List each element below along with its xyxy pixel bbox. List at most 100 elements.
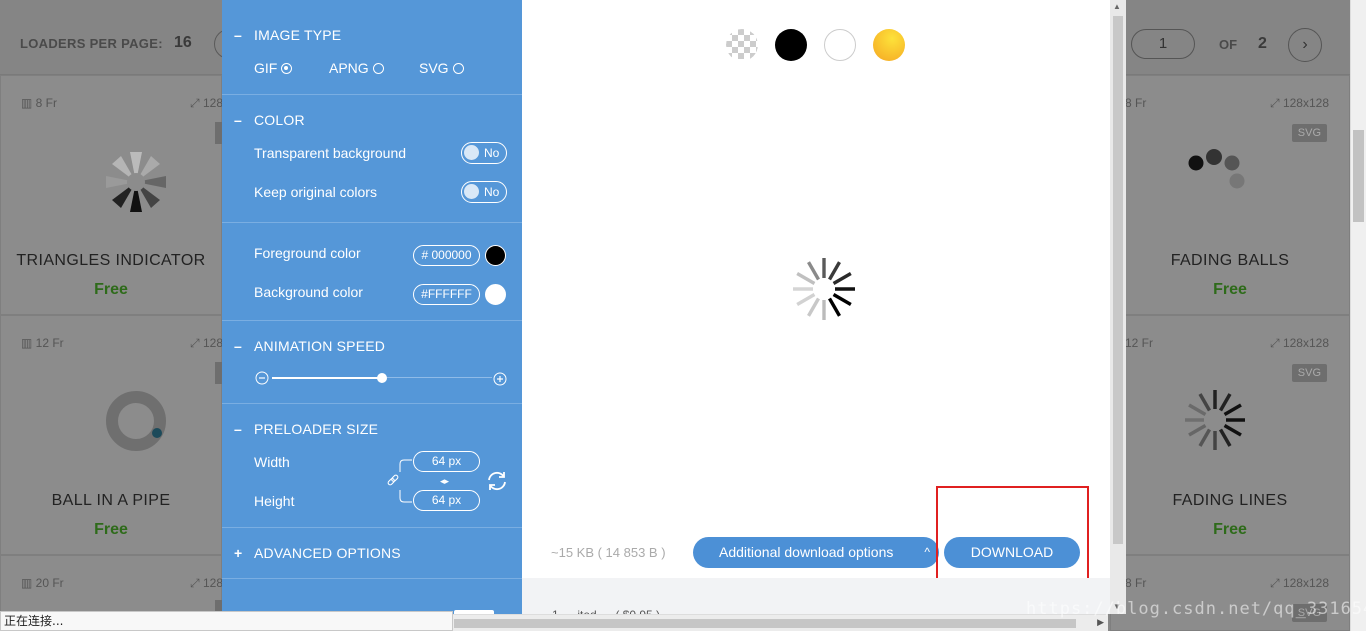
background-color-input[interactable]: #FFFFFF [413,284,480,305]
speed-increase-icon[interactable] [493,372,507,386]
toggle-knob [464,184,479,199]
size-label: ⤢ 128x128 [1270,96,1329,110]
page-scrollbar[interactable] [1350,0,1366,631]
horizontal-scrollbar[interactable]: ▶ [452,614,1108,631]
keep-colors-label: Keep original colors [254,184,377,200]
speed-slider-handle[interactable] [377,373,387,383]
frames-count: ▥ 20 Fr [21,576,64,590]
background-color-label: Background color [254,284,363,300]
transparent-bg-option[interactable] [726,29,758,61]
triangles-loader-icon [106,152,166,212]
size-label: ⤢ 128x128 [1270,576,1329,590]
radio-apng[interactable]: APNG [329,60,384,76]
loader-card[interactable]: 8 Fr ⤢ 128x128 SVG [1110,555,1350,631]
link-icon[interactable] [385,472,401,488]
preview-panel: ~15 KB ( 14 853 B ) Additional download … [522,0,1110,622]
fading-lines-icon [1185,390,1245,450]
width-input[interactable]: 64 px [413,451,480,472]
image-type-header[interactable]: – IMAGE TYPE [234,27,341,43]
animation-speed-header[interactable]: – ANIMATION SPEED [234,338,385,354]
size-label: ⤢ 128 [190,336,223,350]
svg-badge: SVG [1291,364,1327,382]
toggle-knob [464,145,479,160]
ball-in-pipe-icon [106,391,166,451]
collapse-icon: – [234,421,242,437]
background-color-swatch[interactable] [485,284,506,305]
watermark: https://blog.csdn.net/qq_3316547 [1026,599,1366,619]
foreground-color-input[interactable]: # 000000 [413,245,480,266]
color-section: – COLOR Transparent background No Keep or… [222,95,522,223]
loader-price: Free [1213,281,1247,298]
frames-count: ▥ 12 Fr [21,336,64,350]
white-bg-option[interactable] [824,29,856,61]
loader-card[interactable]: 12 Fr ⤢ 128x128 SVG FADING LINES Free [1110,315,1350,555]
swap-arrows-icon: ◂▸ [440,476,450,486]
radio-icon [372,62,384,74]
loader-name: FADING BALLS [1170,252,1290,269]
color-pickers-section: Foreground color # 000000 Background col… [222,223,522,321]
of-label: OF [1219,37,1238,52]
spinner-preview-icon [793,258,855,320]
total-pages: 2 [1258,35,1267,52]
height-input[interactable]: 64 px [413,490,480,511]
loader-card[interactable]: ▥ 12 Fr ⤢ 128 BALL IN A PIPE Free [0,315,223,555]
color-header[interactable]: – COLOR [234,112,305,128]
modal-scrollbar[interactable]: ▲ ▼ [1110,0,1126,614]
preloader-size-header[interactable]: – PRELOADER SIZE [234,421,378,437]
speed-slider-fill [272,377,382,379]
frames-count: 8 Fr [1125,576,1147,590]
preloader-size-section: – PRELOADER SIZE Width Height 64 px ◂▸ 64… [222,404,522,528]
transparent-bg-label: Transparent background [254,145,407,161]
fading-balls-icon [1188,149,1245,189]
size-label: ⤢ 128x128 [1270,336,1329,350]
loader-card[interactable]: 8 Fr ⤢ 128x128 SVG FADING BALLS Free [1110,75,1350,315]
scroll-up-icon[interactable]: ▲ [1113,2,1121,11]
collapse-icon: – [234,338,242,354]
animation-speed-section: – ANIMATION SPEED [222,321,522,404]
radio-icon [452,62,464,74]
loader-name: FADING LINES [1172,492,1288,509]
black-bg-option[interactable] [775,29,807,61]
gradient-bg-option[interactable] [873,29,905,61]
refresh-icon[interactable] [485,469,509,493]
radio-svg[interactable]: SVG [419,60,464,76]
foreground-color-label: Foreground color [254,245,361,261]
speed-slider-rest [382,377,492,378]
page-scrollbar-thumb[interactable] [1353,130,1364,222]
height-label: Height [254,493,295,509]
foreground-color-swatch[interactable] [485,245,506,266]
next-page-button[interactable]: › [1288,28,1322,62]
size-label: ⤢ 128 [190,576,223,590]
horizontal-scrollbar-thumb[interactable] [454,619,1076,628]
advanced-options-section: + ADVANCED OPTIONS [222,528,522,579]
loader-name: TRIANGLES INDICATOR [16,252,206,269]
loaders-per-page-value: 16 [174,34,192,51]
expand-icon: + [234,545,243,561]
collapse-icon: – [234,112,242,128]
loader-price: Free [94,521,128,538]
radio-gif[interactable]: GIF [254,60,293,76]
speed-decrease-icon[interactable] [255,371,269,385]
settings-panel: – IMAGE TYPE GIF APNG SVG – COLOR Transpar… [222,0,522,614]
status-bar: 正在连接... [0,611,453,631]
width-label: Width [254,454,290,470]
file-size: ~15 KB ( 14 853 B ) [551,545,666,560]
advanced-options-header[interactable]: + ADVANCED OPTIONS [234,545,401,561]
loader-price: Free [94,281,128,298]
radio-selected-icon [281,62,293,74]
keep-colors-toggle[interactable]: No [461,181,507,203]
loader-card[interactable]: ▥ 8 Fr ⤢ 128 TRIANGLES INDICATOR Free [0,75,223,315]
transparent-bg-toggle[interactable]: No [461,142,507,164]
speed-slider-track[interactable] [272,373,492,383]
svg-badge: SVG [1291,124,1327,142]
chevron-up-icon: ^ [924,545,930,559]
page-number-input[interactable]: 1 [1131,29,1195,59]
additional-download-options-button[interactable]: Additional download options ^ [693,537,939,568]
frames-count: ▥ 8 Fr [21,96,58,110]
image-type-section: – IMAGE TYPE GIF APNG SVG [222,0,522,95]
frames-count: 8 Fr [1125,96,1147,110]
loader-price: Free [1213,521,1247,538]
frames-count: 12 Fr [1125,336,1154,350]
modal-scrollbar-thumb[interactable] [1113,16,1123,544]
size-label: ⤢ 128 [190,96,223,110]
